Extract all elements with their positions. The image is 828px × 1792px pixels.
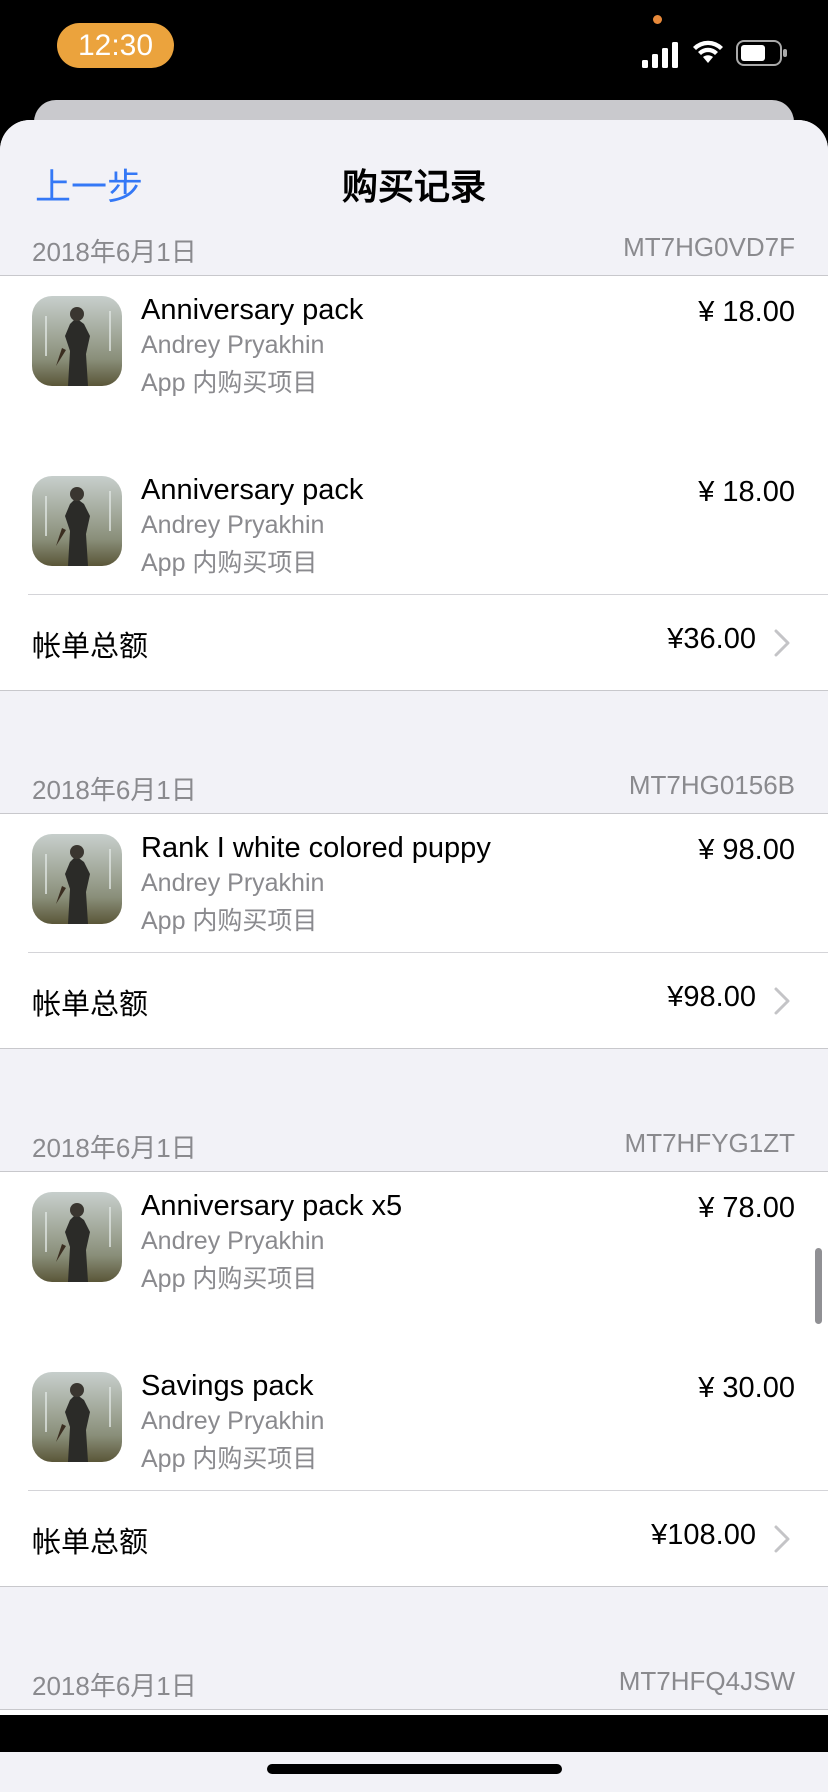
battery-icon bbox=[736, 40, 787, 66]
bottom-bar bbox=[0, 1715, 828, 1792]
total-label: 帐单总额 bbox=[32, 1527, 149, 1559]
game-app-icon bbox=[32, 834, 122, 924]
order-header: 2018年6月1日 MT7HG0VD7F bbox=[0, 232, 828, 272]
scroll-indicator[interactable] bbox=[815, 1248, 822, 1324]
item-price: ¥ 78.00 bbox=[698, 1192, 795, 1224]
order-card: Anniversary pack Andrey Pryakhin App 内购买… bbox=[0, 275, 828, 691]
item-type: App 内购买项目 bbox=[141, 549, 318, 577]
item-type: App 内购买项目 bbox=[141, 907, 318, 935]
home-indicator[interactable] bbox=[267, 1764, 562, 1774]
chevron-right-icon bbox=[774, 629, 790, 657]
order-date: 2018年6月1日 bbox=[32, 775, 197, 805]
chevron-right-icon bbox=[774, 987, 790, 1015]
order-header: 2018年6月1日 MT7HFYG1ZT bbox=[0, 1128, 828, 1168]
order-card: Rank I white colored puppy Andrey Pryakh… bbox=[0, 813, 828, 1049]
item-type: App 内购买项目 bbox=[141, 1265, 318, 1293]
item-name: Anniversary pack x5 bbox=[141, 1190, 403, 1222]
total-label: 帐单总额 bbox=[32, 989, 149, 1021]
item-developer: Andrey Pryakhin bbox=[141, 511, 325, 539]
purchase-history-sheet: 上一步 购买记录 2018年6月1日 MT7HG0VD7F Anniversar… bbox=[0, 120, 828, 1715]
order-date: 2018年6月1日 bbox=[32, 1133, 197, 1163]
cellular-signal-icon bbox=[642, 42, 678, 68]
game-app-icon bbox=[32, 476, 122, 566]
status-time: 12:30 bbox=[57, 23, 174, 68]
navigation-bar: 上一步 购买记录 bbox=[0, 120, 828, 230]
item-type: App 内购买项目 bbox=[141, 369, 318, 397]
game-app-icon bbox=[32, 1192, 122, 1282]
wifi-icon bbox=[693, 40, 723, 63]
order-header: 2018年6月1日 MT7HFQ4JSW bbox=[0, 1666, 828, 1706]
order-total-row[interactable]: 帐单总额 ¥36.00 bbox=[0, 594, 828, 691]
order-id: MT7HFYG1ZT bbox=[624, 1128, 795, 1158]
game-app-icon bbox=[32, 1372, 122, 1462]
order-date: 2018年6月1日 bbox=[32, 1671, 197, 1701]
item-developer: Andrey Pryakhin bbox=[141, 1227, 325, 1255]
item-name: Anniversary pack bbox=[141, 474, 364, 506]
order-id: MT7HG0156B bbox=[628, 770, 795, 800]
game-app-icon bbox=[32, 296, 122, 386]
total-amount: ¥98.00 bbox=[667, 981, 756, 1013]
order-id: MT7HG0VD7F bbox=[623, 232, 795, 262]
item-name: Savings pack bbox=[141, 1370, 314, 1402]
order-total-row[interactable]: 帐单总额 ¥108.00 bbox=[0, 1490, 828, 1587]
order-header: 2018年6月1日 MT7HG0156B bbox=[0, 770, 828, 810]
order-date: 2018年6月1日 bbox=[32, 237, 197, 267]
item-developer: Andrey Pryakhin bbox=[141, 331, 325, 359]
status-bar: 12:30 bbox=[0, 0, 828, 100]
item-price: ¥ 18.00 bbox=[698, 296, 795, 328]
purchase-item[interactable]: Anniversary pack Andrey Pryakhin App 内购买… bbox=[0, 276, 828, 456]
order-card: Anniversary pack x5 Andrey Pryakhin App … bbox=[0, 1171, 828, 1587]
item-name: Rank I white colored puppy bbox=[141, 832, 491, 864]
item-developer: Andrey Pryakhin bbox=[141, 869, 325, 897]
camera-in-use-indicator-icon bbox=[653, 15, 662, 24]
item-price: ¥ 18.00 bbox=[698, 476, 795, 508]
page-title: 购买记录 bbox=[341, 166, 486, 207]
item-name: Anniversary pack bbox=[141, 294, 364, 326]
purchase-item[interactable]: Anniversary pack x5 Andrey Pryakhin App … bbox=[0, 1172, 828, 1352]
total-label: 帐单总额 bbox=[32, 631, 149, 663]
total-amount: ¥36.00 bbox=[667, 623, 756, 655]
total-amount: ¥108.00 bbox=[651, 1519, 756, 1551]
chevron-right-icon bbox=[774, 1525, 790, 1553]
item-price: ¥ 30.00 bbox=[698, 1372, 795, 1404]
order-total-row[interactable]: 帐单总额 ¥98.00 bbox=[0, 952, 828, 1049]
item-developer: Andrey Pryakhin bbox=[141, 1407, 325, 1435]
item-price: ¥ 98.00 bbox=[698, 834, 795, 866]
item-type: App 内购买项目 bbox=[141, 1445, 318, 1473]
order-id: MT7HFQ4JSW bbox=[618, 1666, 795, 1696]
